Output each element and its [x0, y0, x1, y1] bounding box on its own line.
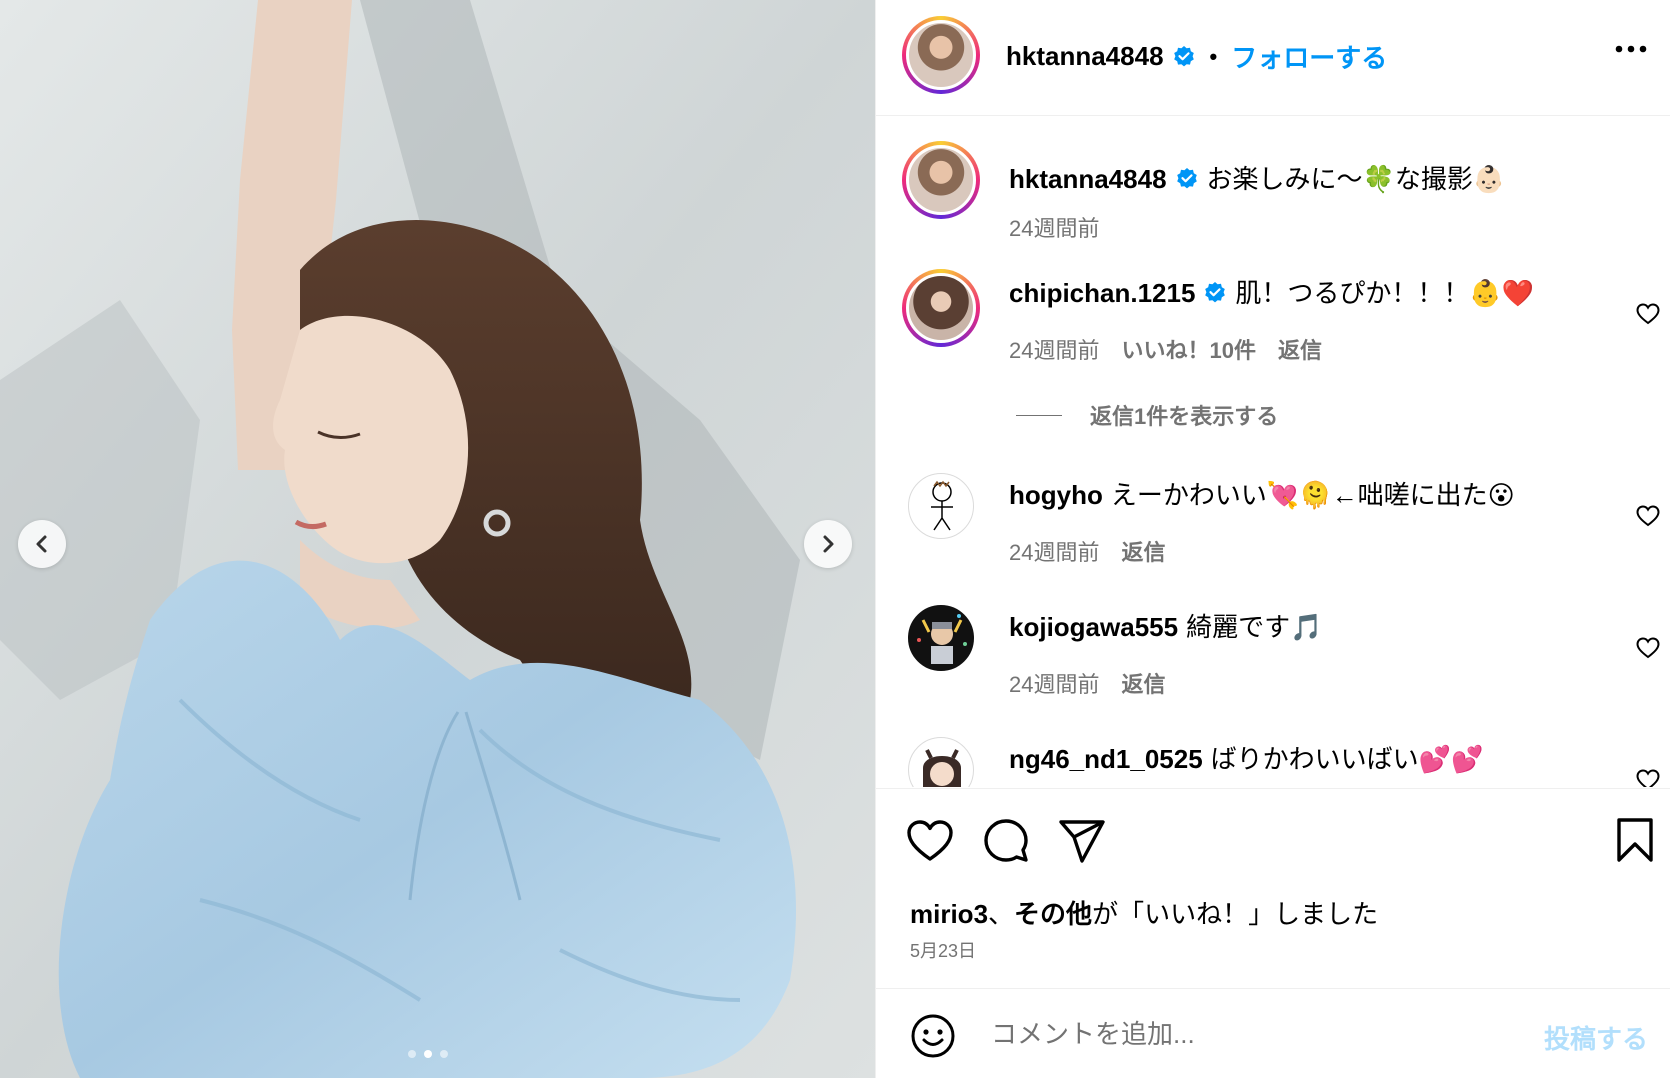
post-actions: mirio3、その他が「いいね！」しました 5月23日 [876, 788, 1670, 988]
chevron-right-icon [823, 535, 834, 553]
reply-button[interactable]: 返信 [1121, 672, 1165, 697]
comment-avatar[interactable] [908, 737, 974, 787]
post-comment-button[interactable]: 投稿する [1544, 1019, 1648, 1056]
comment-composer: 投稿する [876, 988, 1670, 1078]
stick-figure-avatar-icon [931, 480, 953, 531]
comment-text: 肌！つるぴか！！！👶❤️ [1235, 278, 1535, 308]
save-bookmark-icon[interactable] [1616, 817, 1654, 863]
previous-slide-button[interactable] [18, 520, 66, 568]
comment-time[interactable]: 24週間前 [1009, 672, 1099, 697]
verified-badge-icon [1173, 45, 1194, 66]
comment-bubble-icon[interactable] [982, 817, 1030, 865]
likes-summary: mirio3、その他が「いいね！」しました [910, 894, 1378, 931]
comment-avatar[interactable] [908, 605, 974, 671]
verified-badge-icon [1176, 168, 1197, 189]
comments-list[interactable]: hktanna4848 お楽しみに〜🍀な撮影👶🏻 24週間前 chipichan.… [876, 117, 1670, 787]
comment-username[interactable]: kojiogawa555 [1009, 612, 1178, 642]
post-panel: hktanna4848 • フォローする hktanna4848 お楽しみに〜🍀な… [875, 0, 1670, 1078]
comment-likes[interactable]: いいね！10件 [1121, 338, 1255, 363]
comment-time[interactable]: 24週間前 [1009, 540, 1099, 565]
author-line: hktanna4848 • フォローする [1006, 38, 1387, 75]
comment-avatar[interactable] [902, 269, 980, 347]
slide-dot-active[interactable] [424, 1050, 432, 1058]
post-date[interactable]: 5月23日 [910, 937, 976, 963]
like-comment-heart-icon[interactable] [1636, 303, 1660, 325]
cartoon-avatar-icon [917, 614, 967, 664]
reply-button[interactable]: 返信 [1121, 540, 1165, 565]
caption-avatar[interactable] [902, 141, 980, 219]
comment-text: お楽しみに〜🍀な撮影👶🏻 [1206, 164, 1506, 194]
comment-username[interactable]: hktanna4848 [1009, 164, 1167, 194]
reply-button[interactable]: 返信 [1278, 338, 1322, 363]
author-avatar[interactable] [902, 16, 980, 94]
comment-username[interactable]: chipichan.1215 [1009, 278, 1195, 308]
likes-others-link[interactable]: その他 [1014, 899, 1092, 929]
comment-username[interactable]: ng46_nd1_0525 [1009, 744, 1203, 774]
photo-illustration [0, 0, 875, 1078]
slide-dot[interactable] [408, 1050, 416, 1058]
liker-username[interactable]: mirio3 [910, 899, 988, 929]
post-header: hktanna4848 • フォローする [876, 0, 1670, 116]
comment-input[interactable] [991, 1011, 1491, 1057]
author-username[interactable]: hktanna4848 [1006, 41, 1164, 72]
comment-text: 綺麗です🎵 [1186, 612, 1323, 642]
like-heart-icon[interactable] [906, 819, 954, 863]
verified-badge-icon [1205, 282, 1226, 303]
comment-text: えーかわいい💘🫠←咄嗟に出た😮 [1110, 480, 1515, 510]
like-comment-heart-icon[interactable] [1636, 637, 1660, 659]
view-replies-label: 返信1件を表示する [1090, 404, 1279, 429]
emoji-smiley-icon[interactable] [910, 1013, 956, 1059]
likes-suffix: が「いいね！」しました [1092, 899, 1379, 929]
slide-dot[interactable] [440, 1050, 448, 1058]
comment-avatar[interactable] [908, 473, 974, 539]
comment-username[interactable]: hogyho [1009, 480, 1103, 510]
comment-time[interactable]: 24週間前 [1009, 216, 1099, 241]
view-replies-button[interactable]: 返信1件を表示する [1016, 399, 1278, 431]
like-comment-heart-icon[interactable] [1636, 505, 1660, 527]
separator-dot: • [1209, 43, 1218, 69]
likes-sep: 、 [988, 899, 1015, 929]
comment-time[interactable]: 24週間前 [1009, 338, 1099, 363]
next-slide-button[interactable] [804, 520, 852, 568]
replies-divider [1016, 414, 1062, 416]
like-comment-heart-icon[interactable] [1636, 769, 1660, 787]
share-send-icon[interactable] [1058, 819, 1106, 865]
girl-avatar-icon [923, 749, 961, 787]
slide-indicator [408, 1050, 448, 1058]
post-photo [0, 0, 875, 1078]
more-options-icon[interactable] [1614, 44, 1648, 54]
chevron-left-icon [36, 535, 47, 553]
follow-button[interactable]: フォローする [1231, 38, 1387, 75]
comment-text: ばりかわいいばい💕💕 [1210, 744, 1484, 774]
